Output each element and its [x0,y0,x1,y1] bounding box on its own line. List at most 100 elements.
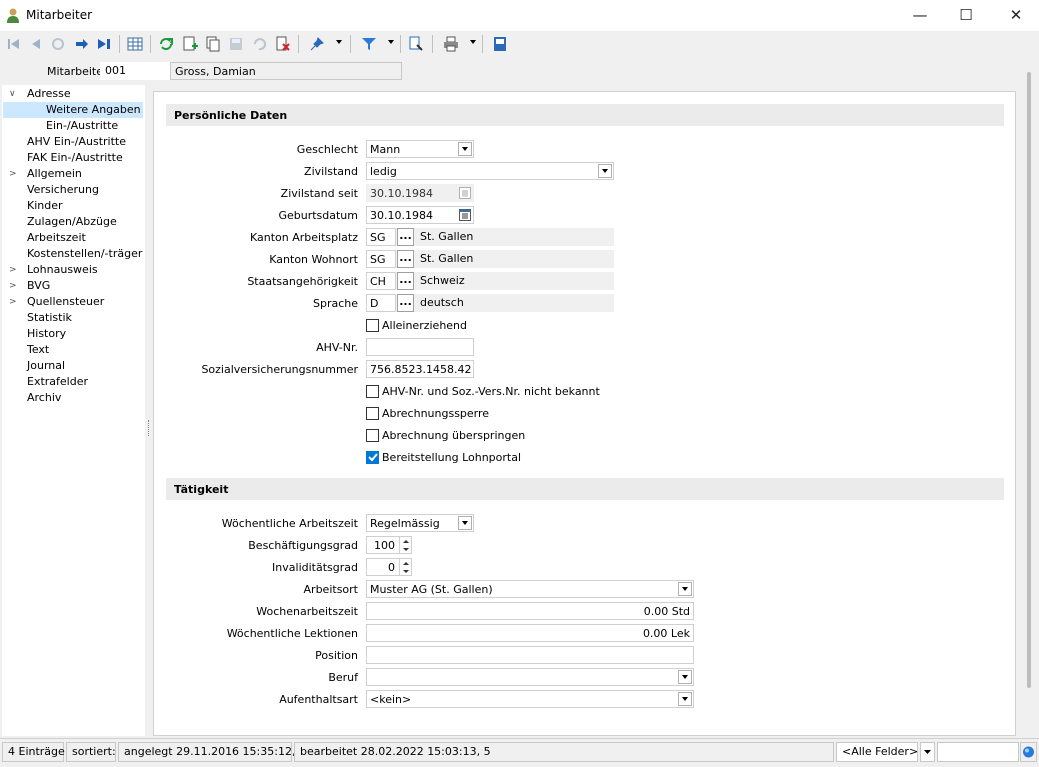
staatsangehoerigkeit-browse-button[interactable]: ... [397,272,414,290]
delete-record-icon[interactable] [273,34,293,54]
kanton-arbeitsplatz-label: Kanton Arbeitsplatz [249,231,358,244]
kanton-wohnort-code[interactable]: SG [366,250,396,268]
chevron-down-icon[interactable] [598,164,612,178]
sprache-name: deutsch [420,296,464,309]
checkbox-checked[interactable] [366,450,379,464]
reload-icon[interactable] [156,34,176,54]
field-filter-combo[interactable]: <Alle Felder> [836,742,918,762]
chevron-down-icon[interactable] [678,582,692,596]
checkbox-box[interactable] [366,384,379,398]
next-record-icon[interactable] [72,34,92,54]
kanton-wohnort-browse-button[interactable]: ... [397,250,414,268]
wochenarbeitszeit-label: Wochenarbeitszeit [256,605,358,618]
checkbox-box[interactable] [366,406,379,420]
maximize-button[interactable]: ☐ [943,0,989,31]
nav-item-label: Extrafelder [27,375,89,388]
nav-item[interactable]: Ein-/Austritte [46,118,118,134]
nav-item-label: Archiv [27,391,62,404]
nav-item[interactable]: Archiv [27,390,61,406]
spin-down-icon[interactable] [400,545,411,553]
spin-down-icon[interactable] [400,567,411,575]
arbeitsort-combo[interactable]: Muster AG (St. Gallen) [366,580,694,598]
ueberspringen-checkbox[interactable]: Abrechnung überspringen [366,427,525,443]
pin-icon[interactable] [307,34,327,54]
kanton-arbeitsplatz-browse-button[interactable]: ... [397,228,414,246]
previous-record-icon[interactable] [26,34,46,54]
calendar-icon[interactable] [459,209,471,221]
abrechnungssperre-checkbox[interactable]: Abrechnungssperre [366,405,489,421]
sozialversicherungsnummer-label: Sozialversicherungsnummer [201,363,358,376]
minimize-button[interactable]: — [897,0,943,31]
scrollbar-thumb[interactable] [1027,72,1031,688]
chevron-down-icon[interactable] [920,742,935,762]
undo-icon[interactable] [249,34,269,54]
chevron-down-icon[interactable] [458,142,472,156]
zivilstand-seit-field[interactable]: 30.10.1984 [366,184,474,202]
copy-record-icon[interactable] [203,34,223,54]
chevron-down-icon[interactable] [678,670,692,684]
app-icon [6,7,20,26]
sozialversicherungsnummer-field[interactable]: 756.8523.1458.42 [366,360,474,378]
ueberspringen-label: Abrechnung überspringen [382,428,526,442]
splitter-grip[interactable] [148,420,150,436]
woechentliche-arbeitszeit-combo[interactable]: Regelmässig [366,514,474,532]
nicht-bekannt-checkbox[interactable]: AHV-Nr. und Soz.-Vers.Nr. nicht bekannt [366,383,600,399]
arbeitsort-value: Muster AG (St. Gallen) [370,583,493,596]
globe-icon[interactable] [1020,742,1037,762]
nav-item[interactable]: Extrafelder [27,374,88,390]
toolbar [0,31,1039,57]
spin-buttons[interactable] [399,537,411,553]
search-record-icon[interactable] [406,34,426,54]
chevron-down-icon[interactable] [458,516,472,530]
geburtsdatum-field[interactable]: 30.10.1984 [366,206,474,224]
sprache-browse-button[interactable]: ... [397,294,414,312]
nav-item-label: History [27,327,67,340]
staatsangehoerigkeit-code[interactable]: CH [366,272,396,290]
spin-buttons[interactable] [399,559,411,575]
position-field[interactable] [366,646,694,664]
edited-info: bearbeitet 28.02.2022 15:03:13, 5 [294,742,834,762]
nicht-bekannt-label: AHV-Nr. und Soz.-Vers.Nr. nicht bekannt [382,384,600,398]
ahv-nr-field[interactable] [366,338,474,356]
zivilstand-value: ledig [370,165,397,178]
zivilstand-combo[interactable]: ledig [366,162,614,180]
invaliditaetsgrad-stepper[interactable]: 0 [366,558,412,576]
first-record-icon[interactable] [4,34,24,54]
kanton-wohnort-lookup: SG ... St. Gallen [366,250,614,268]
search-input[interactable] [937,742,1019,762]
save-icon[interactable] [226,34,246,54]
spin-up-icon[interactable] [400,559,411,567]
nav-item[interactable]: Weitere Angaben [3,102,143,118]
alleinerziehend-checkbox[interactable]: Alleinerziehend [366,317,467,333]
last-record-icon[interactable] [94,34,114,54]
lektionen-field[interactable]: 0.00 Lek [366,624,694,642]
sprache-code[interactable]: D [366,294,396,312]
wochenarbeitszeit-field[interactable]: 0.00 Std [366,602,694,620]
nav-item[interactable]: History [27,326,66,342]
kanton-arbeitsplatz-code[interactable]: SG [366,228,396,246]
calendar-icon[interactable] [459,187,471,199]
woechentliche-arbeitszeit-label: Wöchentliche Arbeitszeit [221,517,358,530]
checkbox-box[interactable] [366,318,379,332]
close-button[interactable]: ✕ [993,0,1039,31]
spin-up-icon[interactable] [400,537,411,545]
filter-icon[interactable] [359,34,379,54]
new-record-icon[interactable] [180,34,200,54]
refresh-disabled-icon[interactable] [48,34,68,54]
chevron-down-icon[interactable] [678,692,692,706]
position-label: Position [315,649,358,662]
beschaeftigungsgrad-stepper[interactable]: 100 [366,536,412,554]
aufenthaltsart-label: Aufenthaltsart [279,693,358,706]
aufenthaltsart-combo[interactable]: <kein> [366,690,694,708]
beruf-combo[interactable] [366,668,694,686]
checkbox-box[interactable] [366,428,379,442]
geschlecht-combo[interactable]: Mann [366,140,474,158]
nav-item[interactable]: Statistik [27,310,72,326]
employee-number-field[interactable]: 001 [100,62,170,80]
print-icon[interactable] [441,34,461,54]
chevron-down-icon[interactable]: ∨ [9,86,16,102]
info-panel-icon[interactable] [490,34,510,54]
nav-item[interactable]: Adresse [27,86,71,102]
table-view-icon[interactable] [125,34,145,54]
lohnportal-checkbox[interactable]: Bereitstellung Lohnportal [366,449,521,465]
